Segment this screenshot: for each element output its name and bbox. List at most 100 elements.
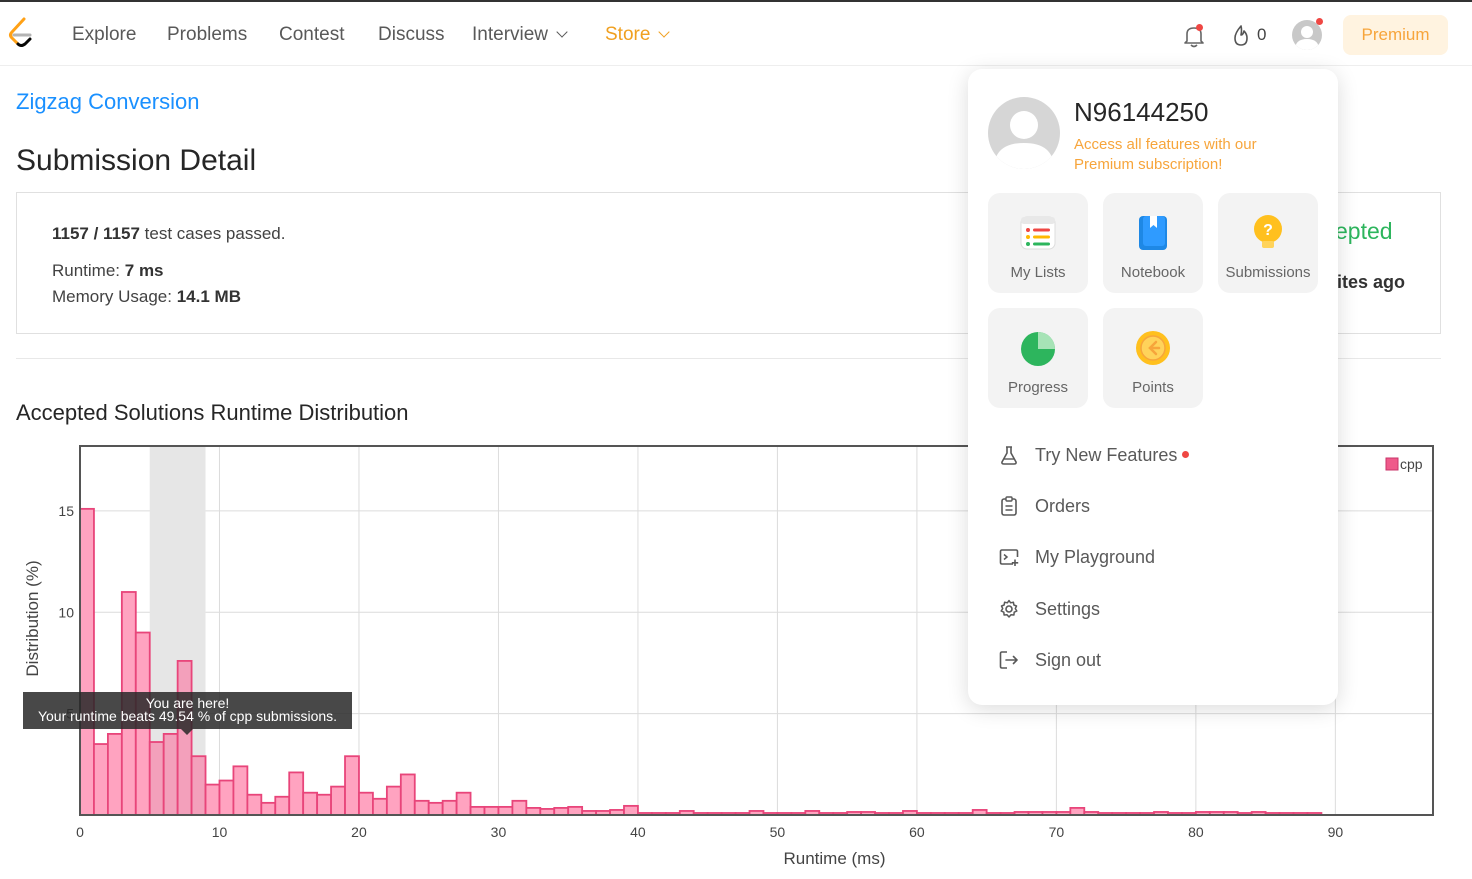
tooltip-arrow bbox=[181, 729, 193, 735]
dropdown-avatar[interactable] bbox=[988, 97, 1060, 169]
histogram-bar bbox=[204, 783, 221, 816]
nav-interview[interactable]: Interview bbox=[472, 23, 568, 47]
tile-submissions[interactable]: ? Submissions bbox=[1218, 193, 1318, 293]
test-cases-line: 1157 / 1157 test cases passed. bbox=[52, 224, 285, 244]
notification-dot bbox=[1196, 24, 1203, 31]
lightbulb-icon: ? bbox=[1254, 215, 1282, 248]
x-tick-label: 20 bbox=[351, 824, 367, 840]
top-navbar: Explore Problems Contest Discuss Intervi… bbox=[0, 0, 1472, 66]
svg-text:?: ? bbox=[1263, 222, 1273, 239]
x-tick-label: 80 bbox=[1188, 824, 1204, 840]
y-axis-label: Distribution (%) bbox=[23, 560, 42, 676]
histogram-bar bbox=[413, 799, 430, 816]
leetcode-logo-icon[interactable] bbox=[6, 16, 36, 52]
nav-store[interactable]: Store bbox=[605, 23, 671, 47]
runtime-line: Runtime: 7 ms bbox=[52, 261, 164, 281]
tile-label: Submissions bbox=[1225, 264, 1311, 281]
histogram-bar bbox=[525, 807, 542, 816]
problem-title-link[interactable]: Zigzag Conversion bbox=[16, 89, 199, 115]
nav-store-label: Store bbox=[605, 24, 651, 45]
sign-out-icon bbox=[999, 651, 1018, 669]
histogram-bar bbox=[1069, 807, 1086, 816]
flask-icon bbox=[1001, 446, 1017, 465]
histogram-bar bbox=[246, 793, 263, 816]
histogram-bar bbox=[511, 799, 528, 816]
test-cases-count: 1157 / 1157 bbox=[52, 224, 140, 243]
histogram-bar bbox=[302, 791, 319, 816]
x-tick-label: 0 bbox=[76, 824, 84, 840]
x-tick-label: 30 bbox=[491, 824, 507, 840]
nav-interview-label: Interview bbox=[472, 24, 549, 45]
tile-progress[interactable]: Progress bbox=[988, 308, 1088, 408]
streak-count: 0 bbox=[1257, 25, 1267, 44]
histogram-bar bbox=[427, 801, 444, 816]
runtime-tooltip: You are here! Your runtime beats 49.54 %… bbox=[23, 692, 352, 729]
tile-label: Points bbox=[1132, 379, 1174, 396]
list-icon bbox=[1020, 216, 1056, 250]
histogram-bar bbox=[218, 779, 235, 816]
x-tick-label: 10 bbox=[212, 824, 228, 840]
histogram-bar bbox=[623, 804, 639, 816]
y-tick-label: 15 bbox=[58, 503, 74, 519]
tile-label: My Lists bbox=[1010, 264, 1066, 281]
premium-button[interactable]: Premium bbox=[1343, 15, 1448, 55]
histogram-bar bbox=[316, 793, 332, 816]
histogram-bar bbox=[232, 765, 249, 816]
histogram-bar bbox=[455, 791, 472, 816]
fire-icon[interactable] bbox=[1232, 25, 1250, 47]
nav-discuss[interactable]: Discuss bbox=[378, 23, 445, 47]
user-silhouette-icon bbox=[994, 111, 1054, 169]
chart-legend: cpp bbox=[1385, 456, 1423, 472]
premium-subscription-link[interactable]: Access all features with our Premium sub… bbox=[1074, 135, 1274, 175]
nav-contest[interactable]: Contest bbox=[279, 23, 344, 47]
dropdown-username[interactable]: N96144250 bbox=[1074, 97, 1208, 128]
terminal-icon bbox=[999, 549, 1019, 566]
tile-points[interactable]: Points bbox=[1103, 308, 1203, 408]
histogram-bar bbox=[176, 660, 193, 816]
histogram-bar bbox=[260, 801, 277, 816]
histogram-bar bbox=[93, 743, 109, 816]
histogram-bar bbox=[358, 791, 374, 816]
histogram-bar bbox=[274, 795, 291, 816]
histogram-bar bbox=[190, 755, 207, 816]
legend-swatch bbox=[1385, 457, 1399, 471]
histogram-bar bbox=[162, 733, 179, 816]
avatar-notification-dot bbox=[1316, 18, 1323, 25]
histogram-bar bbox=[399, 773, 416, 816]
menu-label: Try New Features bbox=[1035, 445, 1178, 465]
nav-problems[interactable]: Problems bbox=[167, 23, 247, 47]
submission-status: epted bbox=[1335, 218, 1393, 244]
new-badge-dot bbox=[1182, 451, 1190, 458]
chevron-down-icon bbox=[556, 26, 568, 38]
tile-notebook[interactable]: Notebook bbox=[1103, 193, 1203, 293]
runtime-label: Runtime: bbox=[52, 261, 121, 280]
histogram-bar bbox=[567, 805, 584, 816]
nav-explore[interactable]: Explore bbox=[72, 23, 136, 47]
histogram-bar bbox=[79, 507, 95, 816]
histogram-bar bbox=[372, 797, 388, 816]
x-tick-label: 60 bbox=[909, 824, 925, 840]
gear-icon bbox=[1000, 599, 1018, 618]
clipboard-icon bbox=[1001, 496, 1017, 516]
menu-label: Orders bbox=[1035, 496, 1091, 516]
histogram-bar bbox=[330, 785, 346, 816]
x-tick-label: 70 bbox=[1049, 824, 1065, 840]
tile-label: Notebook bbox=[1120, 264, 1186, 281]
histogram-bar bbox=[344, 755, 360, 816]
tile-my-lists[interactable]: My Lists bbox=[988, 193, 1088, 293]
histogram-bar bbox=[469, 805, 486, 816]
x-tick-label: 40 bbox=[630, 824, 646, 840]
histogram-bar bbox=[288, 771, 305, 816]
y-tick-label: 10 bbox=[58, 604, 74, 620]
notebook-icon bbox=[1139, 216, 1167, 250]
menu-label: Settings bbox=[1035, 599, 1101, 619]
histogram-bar bbox=[106, 733, 123, 816]
histogram-bar bbox=[385, 785, 402, 816]
menu-label: Sign out bbox=[1035, 650, 1102, 670]
histogram-bar bbox=[497, 805, 514, 816]
histogram-bar bbox=[148, 741, 165, 816]
test-cases-suffix: test cases passed. bbox=[144, 224, 286, 243]
x-tick-label: 90 bbox=[1328, 824, 1344, 840]
submission-time: ites ago bbox=[1337, 272, 1406, 292]
user-dropdown-menu: N96144250 Access all features with our P… bbox=[968, 69, 1338, 705]
